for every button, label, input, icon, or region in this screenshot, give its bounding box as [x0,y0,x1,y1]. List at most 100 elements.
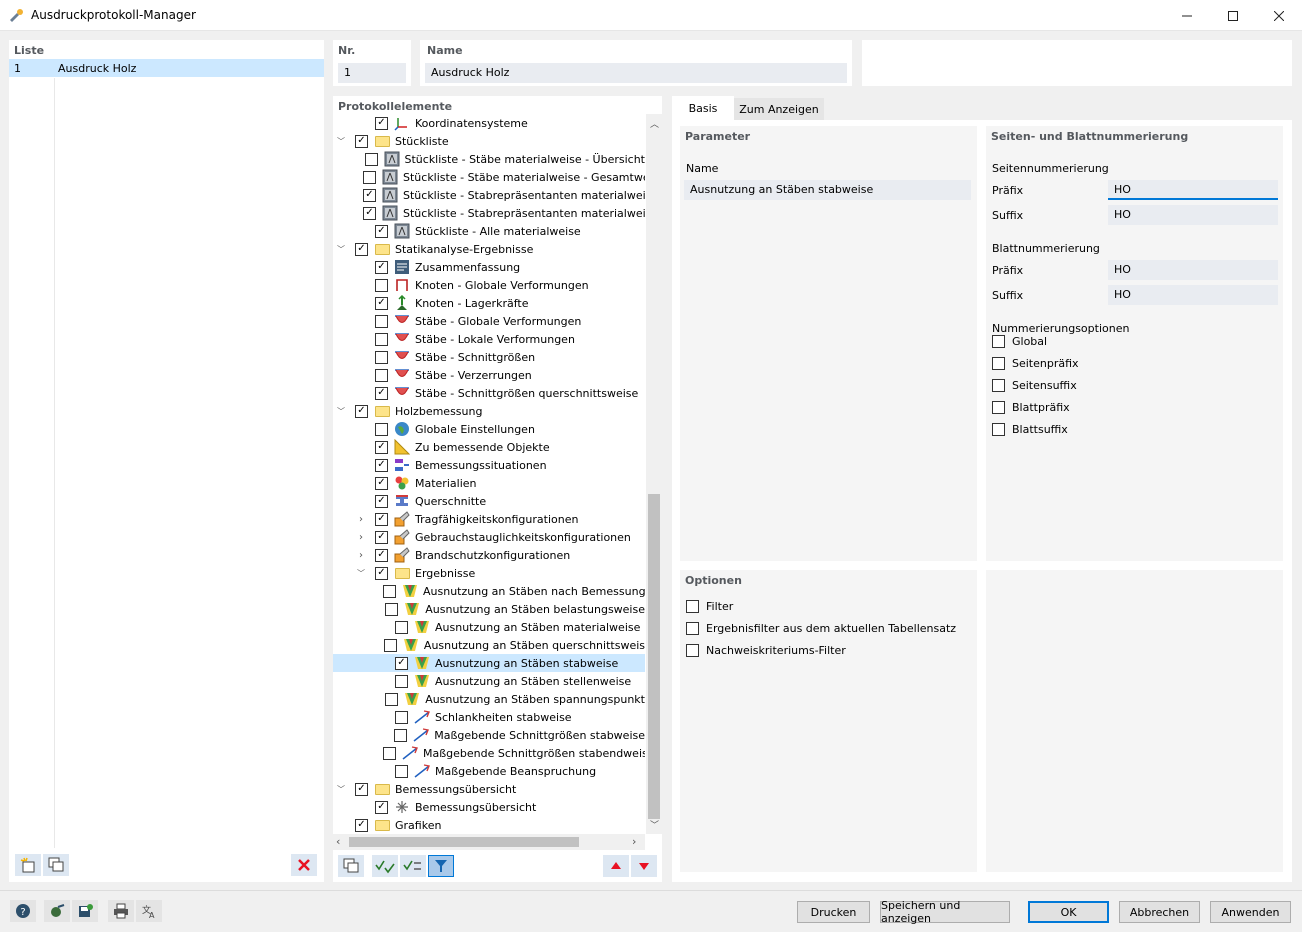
tree-item[interactable]: Stückliste - Stäbe materialweise - Übers… [333,150,645,168]
name-field[interactable]: Ausdruck Holz [425,63,847,83]
tree-item-checkbox[interactable] [385,692,399,706]
delete-printout-button[interactable] [291,854,317,876]
tree-item[interactable]: ✓ Zu bemessende Objekte [333,438,645,456]
tree-item[interactable]: › ✓ Brandschutzkonfigurationen [333,546,645,564]
tree-item[interactable]: ✓ Koordinatensysteme [333,114,645,132]
tree-item-checkbox[interactable]: ✓ [375,566,388,580]
scroll-up-arrow-icon[interactable]: ︿ [650,117,659,130]
parameter-name-field[interactable]: Ausnutzung an Stäben stabweise [684,180,971,200]
tree-item-checkbox[interactable]: ✓ [375,224,388,238]
tree-item-checkbox[interactable]: ✓ [363,188,376,202]
help-icon[interactable]: ? [10,900,36,922]
tree-item-checkbox[interactable] [385,602,399,616]
tree-item-checkbox[interactable]: ✓ [395,656,408,670]
tree-item-checkbox[interactable] [375,422,388,436]
tree-item[interactable]: Stäbe - Lokale Verformungen [333,330,645,348]
tree-item-checkbox[interactable] [395,674,408,688]
tree-hscroll-thumb[interactable] [349,837,579,847]
tree-item[interactable]: ✓ Materialien [333,474,645,492]
tree-item[interactable]: Ausnutzung an Stäben materialweise [333,618,645,636]
description-panel[interactable] [862,40,1292,86]
tree-item-checkbox[interactable] [383,638,397,652]
numbering-option[interactable]: Blattsuffix [992,423,1068,436]
tree-item-checkbox[interactable] [395,710,408,724]
move-up-button[interactable] [603,855,629,877]
tree-item[interactable]: Stäbe - Schnittgrößen [333,348,645,366]
tree-item[interactable]: ✓ Stückliste - Stabrepräsentanten materia… [333,204,645,222]
copy-printout-button[interactable] [43,854,69,876]
list-item[interactable]: 1 Ausdruck Holz [9,59,324,77]
save-and-show-button[interactable]: Speichern und anzeigen [880,899,1010,925]
numbering-option[interactable]: Seitenpräfix [992,357,1079,370]
tree-item[interactable]: ﹀ ✓ Holzbemessung [333,402,645,420]
numbering-option[interactable]: Blattpräfix [992,401,1070,414]
print-button[interactable]: Drucken [797,901,870,923]
tree-item-checkbox[interactable] [375,278,388,292]
tree-item-checkbox[interactable]: ✓ [375,476,388,490]
tab-zum-anzeigen[interactable]: Zum Anzeigen [734,98,824,120]
save-settings-icon[interactable] [72,900,98,922]
tree-item-checkbox[interactable]: ✓ [375,494,388,508]
tree-item-checkbox[interactable]: ✓ [375,800,388,814]
copy-element-button[interactable] [338,855,364,877]
chevron-right-icon[interactable]: › [355,514,367,525]
tree-item-checkbox[interactable]: ✓ [355,818,368,832]
units-icon[interactable] [44,900,70,922]
numbering-checkbox[interactable] [992,335,1005,348]
sheet-prefix-field[interactable]: HO [1108,260,1278,280]
tree-item-checkbox[interactable] [395,764,408,778]
tree-item-checkbox[interactable]: ✓ [375,440,388,454]
tree-item[interactable]: ﹀ ✓ Ergebnisse [333,564,645,582]
tree-item[interactable]: ✓ Bemessungssituationen [333,456,645,474]
tree-item[interactable]: Maßgebende Beanspruchung [333,762,645,780]
tree-item-checkbox[interactable]: ✓ [363,206,376,220]
tree-item[interactable]: ✓ Knoten - Lagerkräfte [333,294,645,312]
tree-item[interactable]: Ausnutzung an Stäben querschnittsweis [333,636,645,654]
chevron-right-icon[interactable]: › [355,550,367,561]
chevron-right-icon[interactable]: › [355,532,367,543]
tree-item-checkbox[interactable] [395,620,408,634]
tree-item-checkbox[interactable] [383,584,396,598]
tree-item[interactable]: Ausnutzung an Stäben spannungspunkt [333,690,645,708]
tree-item[interactable]: ✓ Stückliste - Alle materialweise [333,222,645,240]
tree-item-checkbox[interactable] [364,152,378,166]
tree-item[interactable]: Schlankheiten stabweise [333,708,645,726]
scroll-down-arrow-icon[interactable]: ﹀ [650,818,659,831]
numbering-checkbox[interactable] [992,379,1005,392]
cancel-button[interactable]: Abbrechen [1119,901,1200,923]
tree-item[interactable]: ✓ Bemessungsübersicht [333,798,645,816]
maximize-button[interactable] [1210,0,1256,31]
tree-item[interactable]: Ausnutzung an Stäben belastungsweise [333,600,645,618]
tree-item[interactable]: › ✓ Tragfähigkeitskonfigurationen [333,510,645,528]
optionen-option[interactable]: Ergebnisfilter aus dem aktuellen Tabelle… [686,622,956,635]
optionen-option[interactable]: Filter [686,600,733,613]
tree-item[interactable]: Ausnutzung an Stäben nach Bemessungs [333,582,645,600]
tree-item[interactable]: ✓ Stückliste - Stabrepräsentanten materia… [333,186,645,204]
tab-basis[interactable]: Basis [672,96,734,120]
tree-item-checkbox[interactable] [375,332,388,346]
tree-item-checkbox[interactable]: ✓ [355,782,368,796]
tree-item-checkbox[interactable]: ✓ [375,530,388,544]
tree-item-checkbox[interactable]: ✓ [355,242,368,256]
new-printout-button[interactable] [15,854,41,876]
tree-view[interactable]: ✓ Koordinatensysteme ﹀ ✓ Stückliste Stücklist… [333,114,645,834]
tree-item-checkbox[interactable]: ✓ [375,116,388,130]
optionen-option[interactable]: Nachweiskriteriums-Filter [686,644,846,657]
chevron-down-icon[interactable]: ﹀ [335,406,347,417]
tree-item-checkbox[interactable] [375,368,388,382]
tree-item[interactable]: ﹀ ✓ Stückliste [333,132,645,150]
chevron-down-icon[interactable]: ﹀ [335,136,347,147]
ok-button[interactable]: OK [1028,901,1109,923]
toggle-checks-button[interactable] [400,855,426,877]
filter-button[interactable] [428,855,454,877]
tree-item-checkbox[interactable] [375,350,388,364]
tree-item[interactable]: Stückliste - Stäbe materialweise - Gesam… [333,168,645,186]
chevron-down-icon[interactable]: ﹀ [335,784,347,795]
scroll-left-arrow-icon[interactable]: ‹ [336,835,340,848]
tree-item[interactable]: Knoten - Globale Verformungen [333,276,645,294]
printer-settings-icon[interactable] [108,900,134,922]
optionen-checkbox[interactable] [686,622,699,635]
tree-vertical-scrollbar[interactable]: ︿ ﹀ [646,114,662,834]
tree-item-checkbox[interactable] [375,314,388,328]
check-all-button[interactable] [372,855,398,877]
